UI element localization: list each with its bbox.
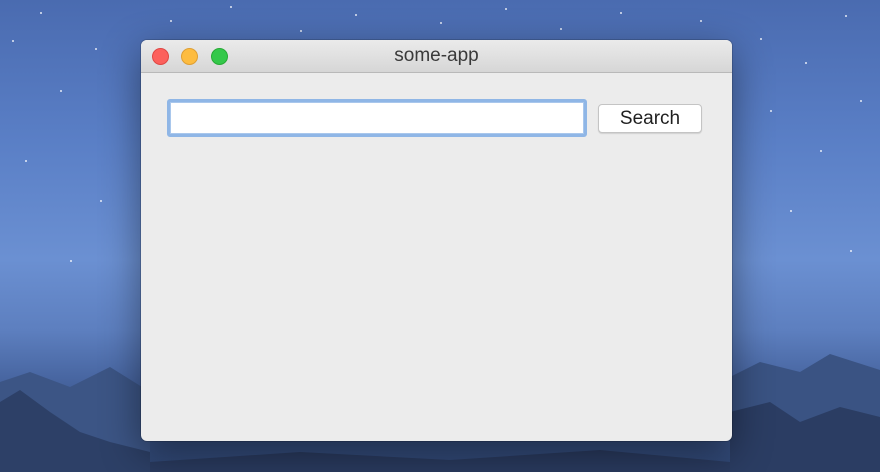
window-title: some-app xyxy=(394,45,479,66)
search-button[interactable]: Search xyxy=(598,104,702,133)
title-bar[interactable]: some-app xyxy=(141,40,732,73)
app-window: some-app Search xyxy=(141,40,732,441)
search-input[interactable] xyxy=(167,99,587,137)
window-content: Search xyxy=(141,73,732,441)
desktop-background: some-app Search xyxy=(0,0,880,472)
